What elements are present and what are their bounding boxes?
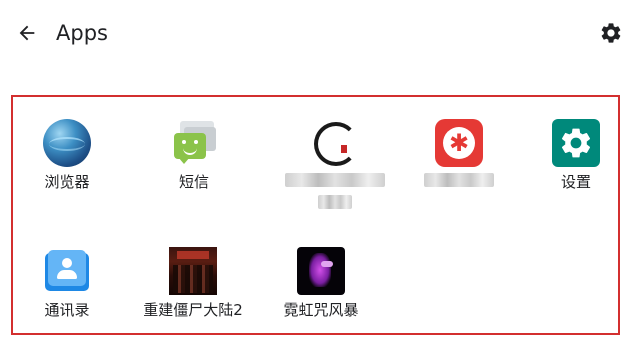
- app-ink-logo[interactable]: [275, 119, 395, 209]
- contacts-icon: [43, 247, 91, 295]
- app-label: 短信: [178, 173, 209, 191]
- sms-icon: [170, 119, 218, 167]
- obscured-label: [285, 173, 385, 209]
- settings-button[interactable]: [598, 20, 624, 46]
- app-red-bug[interactable]: ✱: [399, 119, 519, 187]
- app-label: 重建僵尸大陆2: [143, 301, 243, 319]
- gear-icon: [601, 23, 621, 43]
- ink-logo-icon: [311, 119, 359, 167]
- app-browser[interactable]: 浏览器: [7, 119, 127, 192]
- app-label: 霓虹咒风暴: [283, 301, 359, 319]
- page-title: Apps: [56, 21, 108, 45]
- neon-game-icon: [297, 247, 345, 295]
- gear-icon: [552, 119, 600, 167]
- app-label: 浏览器: [44, 173, 90, 191]
- app-label: 通讯录: [44, 301, 90, 319]
- app-settings[interactable]: 设置: [516, 119, 636, 192]
- back-button[interactable]: [14, 20, 40, 46]
- zombie-game-icon: [169, 247, 217, 295]
- globe-icon: [43, 119, 91, 167]
- app-bar: Apps: [0, 0, 640, 64]
- app-sms[interactable]: 短信: [134, 119, 254, 192]
- obscured-label: [424, 173, 494, 187]
- arrow-back-icon: [19, 25, 35, 41]
- app-zombie-game[interactable]: 重建僵尸大陆2: [133, 247, 253, 320]
- app-label: 设置: [560, 173, 591, 191]
- app-grid: 浏览器 短信 ✱ 设置 通讯录 重建僵尸大陆2 霓虹咒风暴: [11, 95, 620, 335]
- app-neon-game[interactable]: 霓虹咒风暴: [261, 247, 381, 320]
- red-bug-icon: ✱: [435, 119, 483, 167]
- app-contacts[interactable]: 通讯录: [7, 247, 127, 320]
